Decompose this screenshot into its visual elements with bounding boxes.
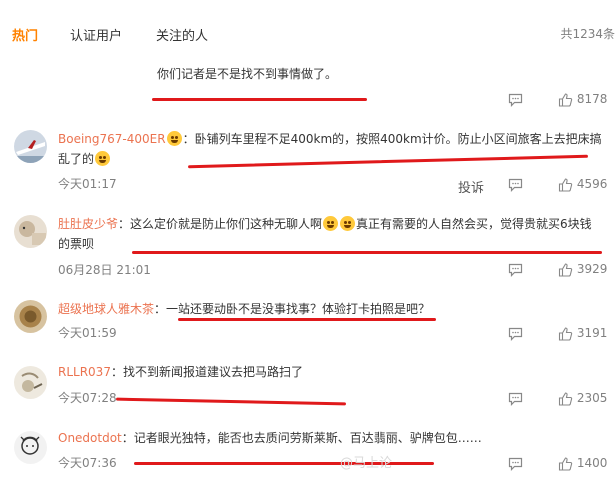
face-emoji-icon: [166, 131, 182, 146]
comment-text: RLLR037：找不到新闻报道建议去把马路扫了: [58, 365, 303, 379]
username[interactable]: 肚肚皮少爷: [58, 217, 118, 231]
thumbs-up-icon: [558, 326, 573, 341]
comment-time: 今天01:59: [58, 326, 117, 340]
thumbs-up-icon: [558, 92, 573, 107]
reply-icon[interactable]: [508, 177, 523, 192]
avatar[interactable]: [14, 300, 47, 333]
comment-time: 06月28日 21:01: [58, 263, 151, 277]
comment-text: 超级地球人雅木茶：一站还要动卧不是没事找事？体验打卡拍照是吧？: [58, 302, 431, 316]
username[interactable]: Onedotdot: [58, 431, 122, 445]
crying-emoji-icon: [323, 216, 339, 231]
avatar[interactable]: [14, 431, 47, 464]
reply-icon[interactable]: [508, 326, 523, 341]
username[interactable]: 超级地球人雅木茶: [58, 302, 154, 316]
watermark: @马上论: [340, 456, 393, 471]
comment-text: 肚肚皮少爷：这么定价就是防止你们这种无聊人啊 真正有需要的人自然会买，觉得贵就买6…: [58, 216, 592, 251]
thumbs-up-icon: [558, 391, 573, 406]
tab-following[interactable]: 关注的人: [156, 25, 208, 44]
like-button[interactable]: 2305: [558, 391, 607, 406]
like-button[interactable]: 4596: [558, 177, 607, 192]
like-count: 8178: [576, 92, 608, 106]
like-count: 4596: [576, 177, 608, 191]
reply-icon[interactable]: [508, 262, 523, 277]
like-count: 3191: [576, 326, 608, 340]
reply-icon[interactable]: [508, 456, 523, 471]
tab-verified-users[interactable]: 认证用户: [70, 25, 122, 44]
username[interactable]: Boeing767-400ER: [58, 132, 166, 146]
comment-text: 你们记者是不是找不到事情做了。: [157, 67, 338, 81]
avatar[interactable]: [14, 366, 47, 399]
comment-time: 今天07:36: [58, 456, 117, 470]
thumbs-up-icon: [558, 262, 573, 277]
annotation-underline: [115, 397, 347, 406]
annotation-underline: [132, 251, 602, 254]
comment-text: Onedotdot：记者眼光独特，能否也去质问劳斯莱斯、百达翡丽、驴牌包包……: [58, 431, 482, 445]
reply-icon[interactable]: [508, 391, 523, 406]
username[interactable]: RLLR037: [58, 365, 111, 379]
like-button[interactable]: 3191: [558, 326, 607, 341]
annotation-underline: [178, 318, 436, 321]
like-button[interactable]: 1400: [558, 456, 607, 471]
thumbs-up-icon: [558, 456, 573, 471]
laugh-emoji-icon: [95, 151, 111, 166]
comment-time: 今天01:17: [58, 177, 117, 191]
crying-emoji-icon: [340, 216, 356, 231]
like-button[interactable]: 8178: [558, 92, 607, 107]
like-count: 3929: [576, 262, 608, 276]
tab-hot[interactable]: 热门: [12, 25, 38, 44]
annotation-underline: [152, 98, 367, 101]
avatar[interactable]: [14, 130, 47, 163]
reply-icon[interactable]: [508, 92, 523, 107]
avatar[interactable]: [14, 215, 47, 248]
thumbs-up-icon: [558, 177, 573, 192]
like-count: 2305: [576, 391, 608, 405]
report-button[interactable]: 投诉: [458, 177, 484, 196]
comment-time: 今天07:28: [58, 391, 117, 405]
like-count: 1400: [576, 456, 608, 470]
like-button[interactable]: 3929: [558, 262, 607, 277]
total-count: 共1234条: [560, 27, 615, 41]
